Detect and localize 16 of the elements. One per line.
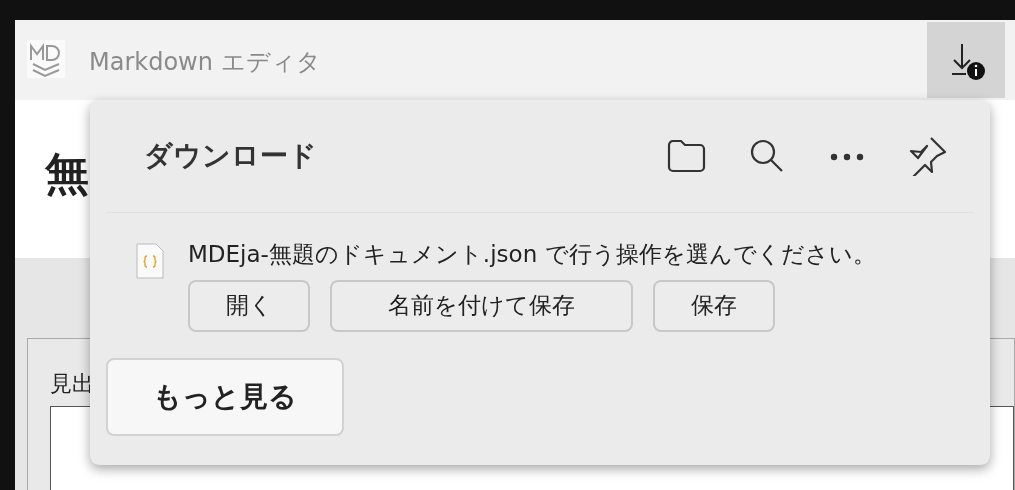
pin-icon xyxy=(907,136,947,176)
search-icon xyxy=(749,138,785,174)
downloads-button[interactable] xyxy=(927,22,1005,98)
panel-title: ダウンロード xyxy=(144,138,317,174)
app-title: Markdown エディタ xyxy=(89,47,321,78)
action-button[interactable]: 開く xyxy=(188,279,310,332)
json-file-icon xyxy=(136,243,164,279)
field-label: 見出 xyxy=(50,371,94,396)
folder-icon xyxy=(667,139,707,173)
page-title: 無 xyxy=(45,152,89,196)
action-button[interactable]: 名前を付けて保存 xyxy=(330,279,633,332)
more-icon xyxy=(830,152,864,161)
app-logo-icon xyxy=(27,40,65,78)
download-message: MDEja-無題のドキュメント.json で行う操作を選んでください。 xyxy=(188,240,876,269)
action-button[interactable]: 保存 xyxy=(653,279,775,332)
show-more-button[interactable]: もっと見る xyxy=(106,357,344,436)
